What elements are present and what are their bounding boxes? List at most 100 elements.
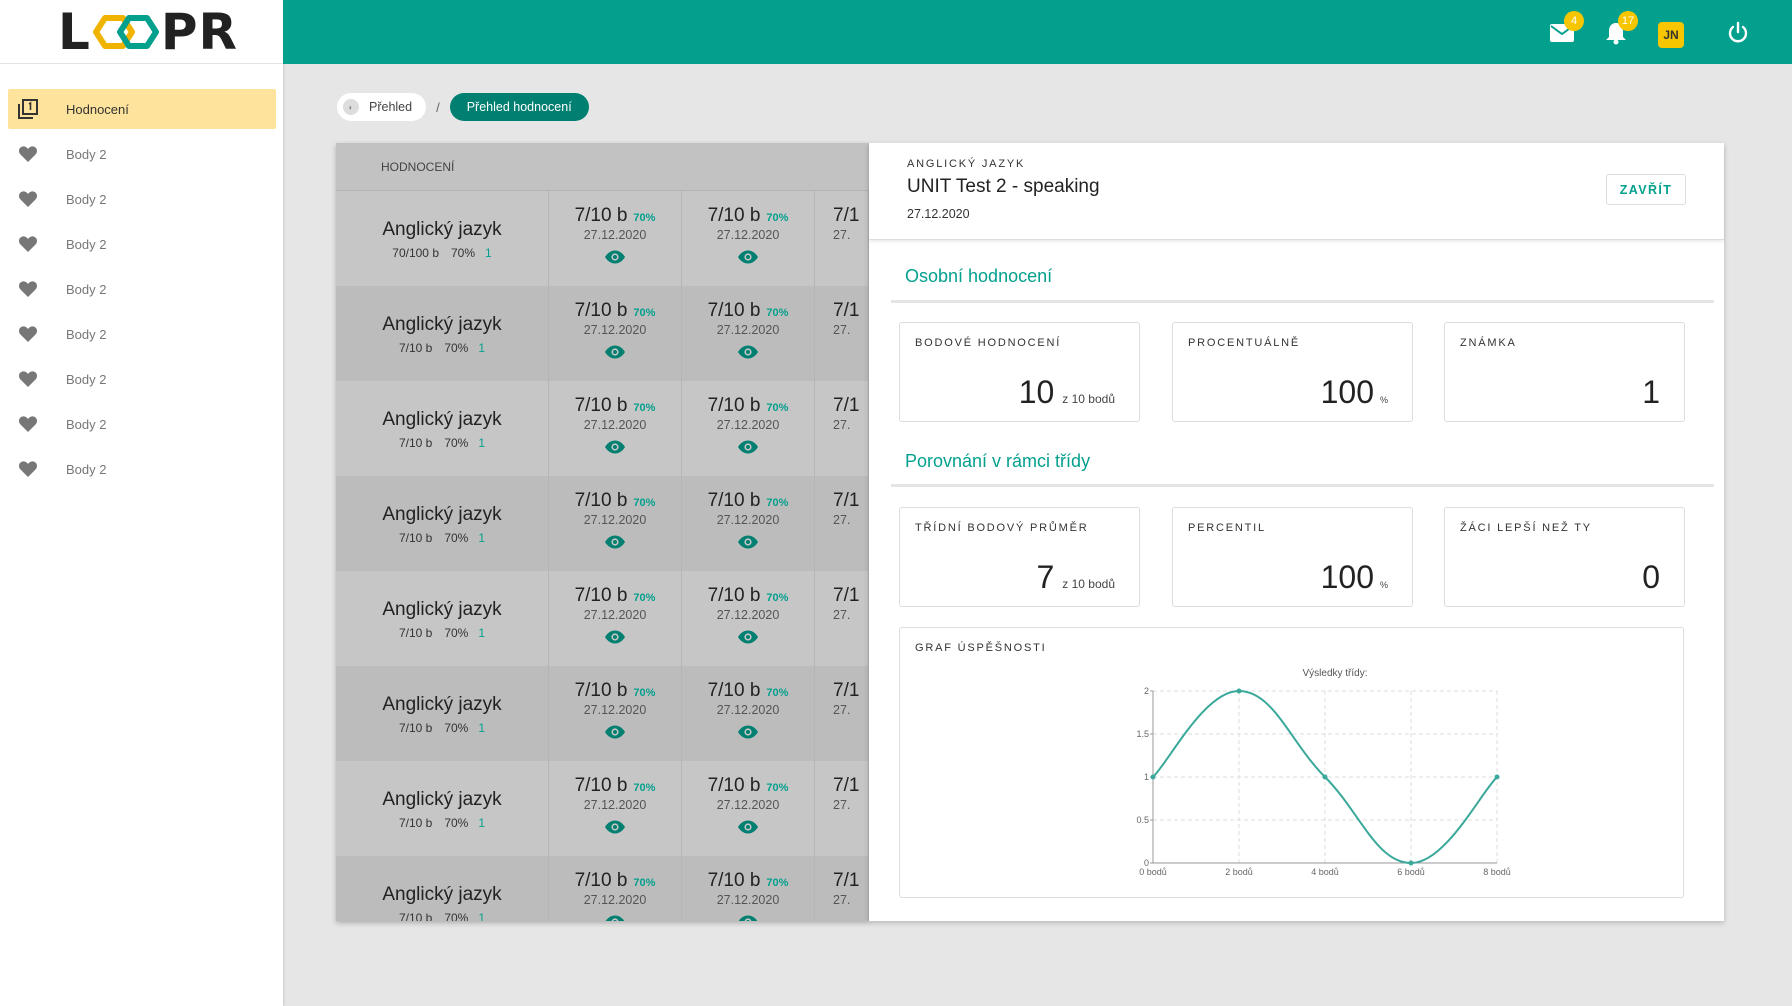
sidebar-item-5[interactable]: Body 2 — [8, 314, 276, 354]
subject-points: 7/10 b — [398, 435, 433, 450]
eye-icon[interactable] — [604, 915, 626, 921]
sidebar-item-2[interactable]: Body 2 — [8, 179, 276, 219]
power-icon — [1728, 21, 1748, 43]
grade-cell[interactable]: 7/10 b 70% 27.12.2020 — [549, 191, 682, 287]
notifications-button[interactable]: 17 — [1601, 11, 1638, 48]
sidebar-item-3[interactable]: Body 2 — [8, 224, 276, 264]
grade-cell-value: 7/10 b — [574, 395, 628, 416]
eye-icon[interactable] — [737, 725, 759, 744]
percentile-card: PERCENTIL 100% — [1172, 507, 1413, 607]
sidebar-item-6[interactable]: Body 2 — [8, 359, 276, 399]
points-unit: z 10 bodů — [1062, 392, 1115, 406]
grade-cell[interactable]: 7/10 b 70% 27.12.2020 — [682, 191, 815, 287]
sidebar-item-4[interactable]: Body 2 — [8, 269, 276, 309]
grade-cell-percent: 70% — [633, 687, 656, 699]
sidebar-item-8[interactable]: Body 2 — [8, 449, 276, 489]
table-row[interactable]: Anglický jazyk 7/10 b 70% 1 7/10 b 70% 27.12.2… — [336, 761, 869, 857]
grade-cell[interactable]: 7/10 b 70% 27.12.2020 — [549, 476, 682, 572]
subject-summary: 7/10 b 70% 1 — [399, 816, 485, 830]
sidebar-item-7[interactable]: Body 2 — [8, 404, 276, 444]
eye-icon[interactable] — [737, 915, 759, 921]
better-students-card: ŽÁCI LEPŠÍ NEŽ TY 0 — [1444, 507, 1685, 607]
grade-cell-value: 7/10 b — [574, 585, 628, 606]
grade-cell[interactable]: 7/1 27. — [815, 856, 869, 921]
eye-icon[interactable] — [737, 630, 759, 649]
subject-grade: 1 — [485, 245, 492, 260]
breadcrumb-current[interactable]: Přehled hodnocení — [449, 93, 589, 121]
grade-cell[interactable]: 7/10 b 70% 27.12.2020 — [682, 381, 815, 477]
grade-cell[interactable]: 7/10 b 70% 27.12.2020 — [682, 571, 815, 667]
logout-button[interactable] — [1723, 18, 1753, 48]
eye-icon[interactable] — [604, 535, 626, 554]
grade-cell[interactable]: 7/1 27. — [815, 571, 869, 667]
subject-points: 7/10 b — [398, 720, 433, 735]
grade-cell[interactable]: 7/10 b 70% 27.12.2020 — [549, 856, 682, 921]
eye-icon[interactable] — [737, 250, 759, 269]
percentile-value: 100 — [1320, 559, 1374, 595]
grade-cell-value: 7/10 b — [574, 775, 628, 796]
eye-icon[interactable] — [737, 820, 759, 839]
eye-icon[interactable] — [737, 440, 759, 459]
eye-icon[interactable] — [604, 630, 626, 649]
grade-cell-date: 27. — [833, 418, 851, 432]
grade-cell-value: 7/10 b — [574, 300, 628, 321]
grade-cell[interactable]: 7/1 27. — [815, 761, 869, 857]
table-row[interactable]: Anglický jazyk 7/10 b 70% 1 7/10 b 70% 27.12.2… — [336, 381, 869, 477]
grade-cell-date: 27.12.2020 — [583, 893, 647, 907]
grade-cell-value: 7/1 — [833, 300, 860, 321]
grade-cell[interactable]: 7/10 b 70% 27.12.2020 — [682, 666, 815, 762]
grade-cell-percent: 70% — [766, 402, 789, 414]
grade-cell[interactable]: 7/1 27. — [815, 476, 869, 572]
eye-icon[interactable] — [604, 440, 626, 459]
subject-name: Anglický jazyk — [382, 218, 502, 240]
mail-badge: 4 — [1564, 11, 1584, 31]
comparison-divider — [891, 484, 1714, 487]
class-average-label: TŘÍDNÍ BODOVÝ PRŮMĚR — [915, 522, 1089, 534]
table-row[interactable]: Anglický jazyk 70/100 b 70% 1 7/10 b 70% 27.12… — [336, 191, 869, 287]
close-button[interactable]: ZAVŘÍT — [1606, 174, 1686, 205]
eye-icon[interactable] — [604, 250, 626, 269]
eye-icon[interactable] — [604, 725, 626, 744]
logo-mark-icon — [92, 14, 159, 49]
notifications-badge: 17 — [1618, 11, 1638, 31]
grade-cell[interactable]: 7/10 b 70% 27.12.2020 — [549, 761, 682, 857]
grade-cell-date: 27. — [833, 608, 851, 622]
grade-cell-value: 7/10 b — [707, 490, 761, 511]
table-row[interactable]: Anglický jazyk 7/10 b 70% 1 7/10 b 70% 27.12.2… — [336, 666, 869, 762]
eye-icon[interactable] — [604, 345, 626, 364]
grade-cell[interactable]: 7/1 27. — [815, 666, 869, 762]
grade-cell[interactable]: 7/10 b 70% 27.12.2020 — [549, 666, 682, 762]
avatar[interactable]: JN — [1658, 22, 1684, 48]
sidebar-item-1[interactable]: Body 2 — [8, 134, 276, 174]
breadcrumb-home[interactable]: ◐ Přehled — [337, 93, 427, 121]
grade-cell[interactable]: 7/10 b 70% 27.12.2020 — [682, 286, 815, 382]
logo[interactable]: L PR — [0, 0, 283, 64]
grade-cell[interactable]: 7/10 b 70% 27.12.2020 — [549, 381, 682, 477]
mail-button[interactable]: 4 — [1547, 11, 1584, 48]
grade-cell[interactable]: 7/1 27. — [815, 286, 869, 382]
grade-cell[interactable]: 7/1 27. — [815, 191, 869, 287]
grade-cell[interactable]: 7/10 b 70% 27.12.2020 — [549, 571, 682, 667]
eye-icon[interactable] — [604, 820, 626, 839]
breadcrumb-separator: / — [436, 99, 440, 115]
grade-cell-value: 7/10 b — [707, 775, 761, 796]
table-row[interactable]: Anglický jazyk 7/10 b 70% 1 7/10 b 70% 27.12.2… — [336, 856, 869, 921]
table-row[interactable]: Anglický jazyk 7/10 b 70% 1 7/10 b 70% 27.12.2… — [336, 286, 869, 382]
subject-percent: 70% — [444, 435, 469, 450]
data-point — [1150, 774, 1156, 780]
grade-cell[interactable]: 7/1 27. — [815, 381, 869, 477]
table-row[interactable]: Anglický jazyk 7/10 b 70% 1 7/10 b 70% 27.12.2… — [336, 571, 869, 667]
sidebar-item-0[interactable]: Hodnocení — [8, 89, 276, 129]
grade-cell[interactable]: 7/10 b 70% 27.12.2020 — [682, 856, 815, 921]
eye-icon[interactable] — [737, 345, 759, 364]
grade-cell[interactable]: 7/10 b 70% 27.12.2020 — [682, 476, 815, 572]
detail-panel: ANGLICKÝ JAZYK UNIT Test 2 - speaking 27… — [869, 143, 1724, 921]
grade-cell-value: 7/1 — [833, 870, 860, 891]
grade-cell-date: 27. — [833, 323, 851, 337]
table-row[interactable]: Anglický jazyk 7/10 b 70% 1 7/10 b 70% 27.12.2… — [336, 476, 869, 572]
grade-cell[interactable]: 7/10 b 70% 27.12.2020 — [549, 286, 682, 382]
subject-name: Anglický jazyk — [382, 693, 502, 715]
grade-cell[interactable]: 7/10 b 70% 27.12.2020 — [682, 761, 815, 857]
grade-cell-value: 7/10 b — [574, 205, 628, 226]
eye-icon[interactable] — [737, 535, 759, 554]
